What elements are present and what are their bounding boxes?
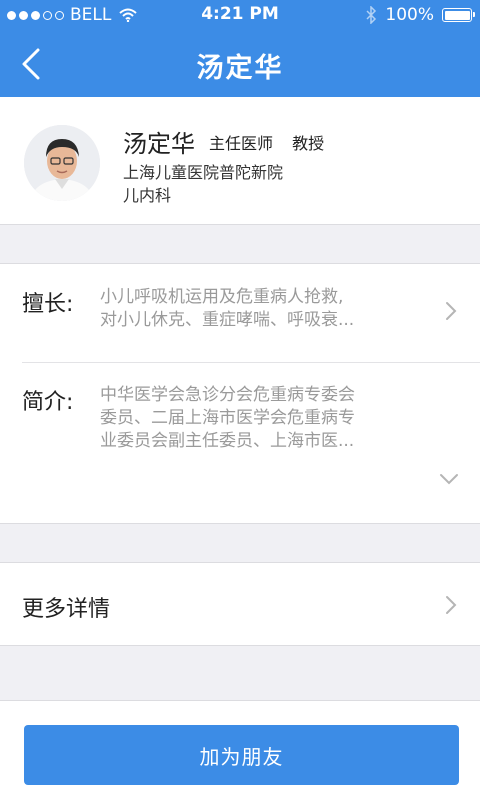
page-title: 汤定华 — [196, 53, 284, 84]
specialty-line: 对小儿休克、重症哮喘、呼吸衰... — [100, 310, 355, 330]
intro-line: 中华医学会急诊分会危重病专委会 — [100, 385, 355, 405]
doctor-department: 儿内科 — [123, 186, 172, 205]
specialty-label: 擅长: — [22, 292, 74, 317]
status-right: 100% — [365, 5, 475, 25]
doctor-hospital: 上海儿童医院普陀新院 — [123, 163, 284, 182]
status-bar: BELL 4:21 PM 100% — [0, 0, 480, 30]
doctor-avatar — [24, 125, 100, 201]
specialty-line: 小儿呼吸机运用及危重病人抢救, — [100, 287, 344, 307]
battery-percent: 100% — [385, 5, 434, 25]
doctor-info-card: 擅长: 小儿呼吸机运用及危重病人抢救, 对小儿休克、重症哮喘、呼吸衰... 简介… — [0, 263, 480, 524]
chevron-down-icon[interactable] — [438, 472, 460, 486]
bluetooth-icon — [366, 6, 377, 24]
nav-header: BELL 4:21 PM 100% 汤定华 — [0, 0, 480, 97]
footer-bar: 加为朋友 — [0, 700, 480, 800]
row-divider — [22, 362, 480, 363]
doctor-name: 汤定华 — [123, 130, 195, 158]
doctor-position: 主任医师 — [209, 134, 274, 153]
doctor-title: 主任医师 教授 — [209, 130, 324, 154]
battery-icon — [442, 8, 475, 22]
intro-line: 委员、二届上海市医学会危重病专 — [100, 408, 355, 428]
doctor-profile-card: 汤定华 主任医师 教授 上海儿童医院普陀新院 儿内科 — [0, 97, 480, 225]
chevron-right-icon — [446, 596, 457, 614]
intro-label: 简介: — [22, 390, 74, 415]
add-friend-button[interactable]: 加为朋友 — [24, 725, 459, 785]
more-details-label: 更多详情 — [22, 597, 111, 622]
chevron-right-icon — [446, 302, 457, 320]
doctor-rank: 教授 — [292, 134, 325, 153]
intro-line: 业委员会副主任委员、上海市医... — [100, 431, 355, 451]
more-details-row[interactable]: 更多详情 — [0, 562, 480, 646]
intro-text: 中华医学会急诊分会危重病专委会 委员、二届上海市医学会危重病专 业委员会副主任委… — [100, 384, 420, 453]
specialty-text: 小儿呼吸机运用及危重病人抢救, 对小儿休克、重症哮喘、呼吸衰... — [100, 286, 420, 332]
